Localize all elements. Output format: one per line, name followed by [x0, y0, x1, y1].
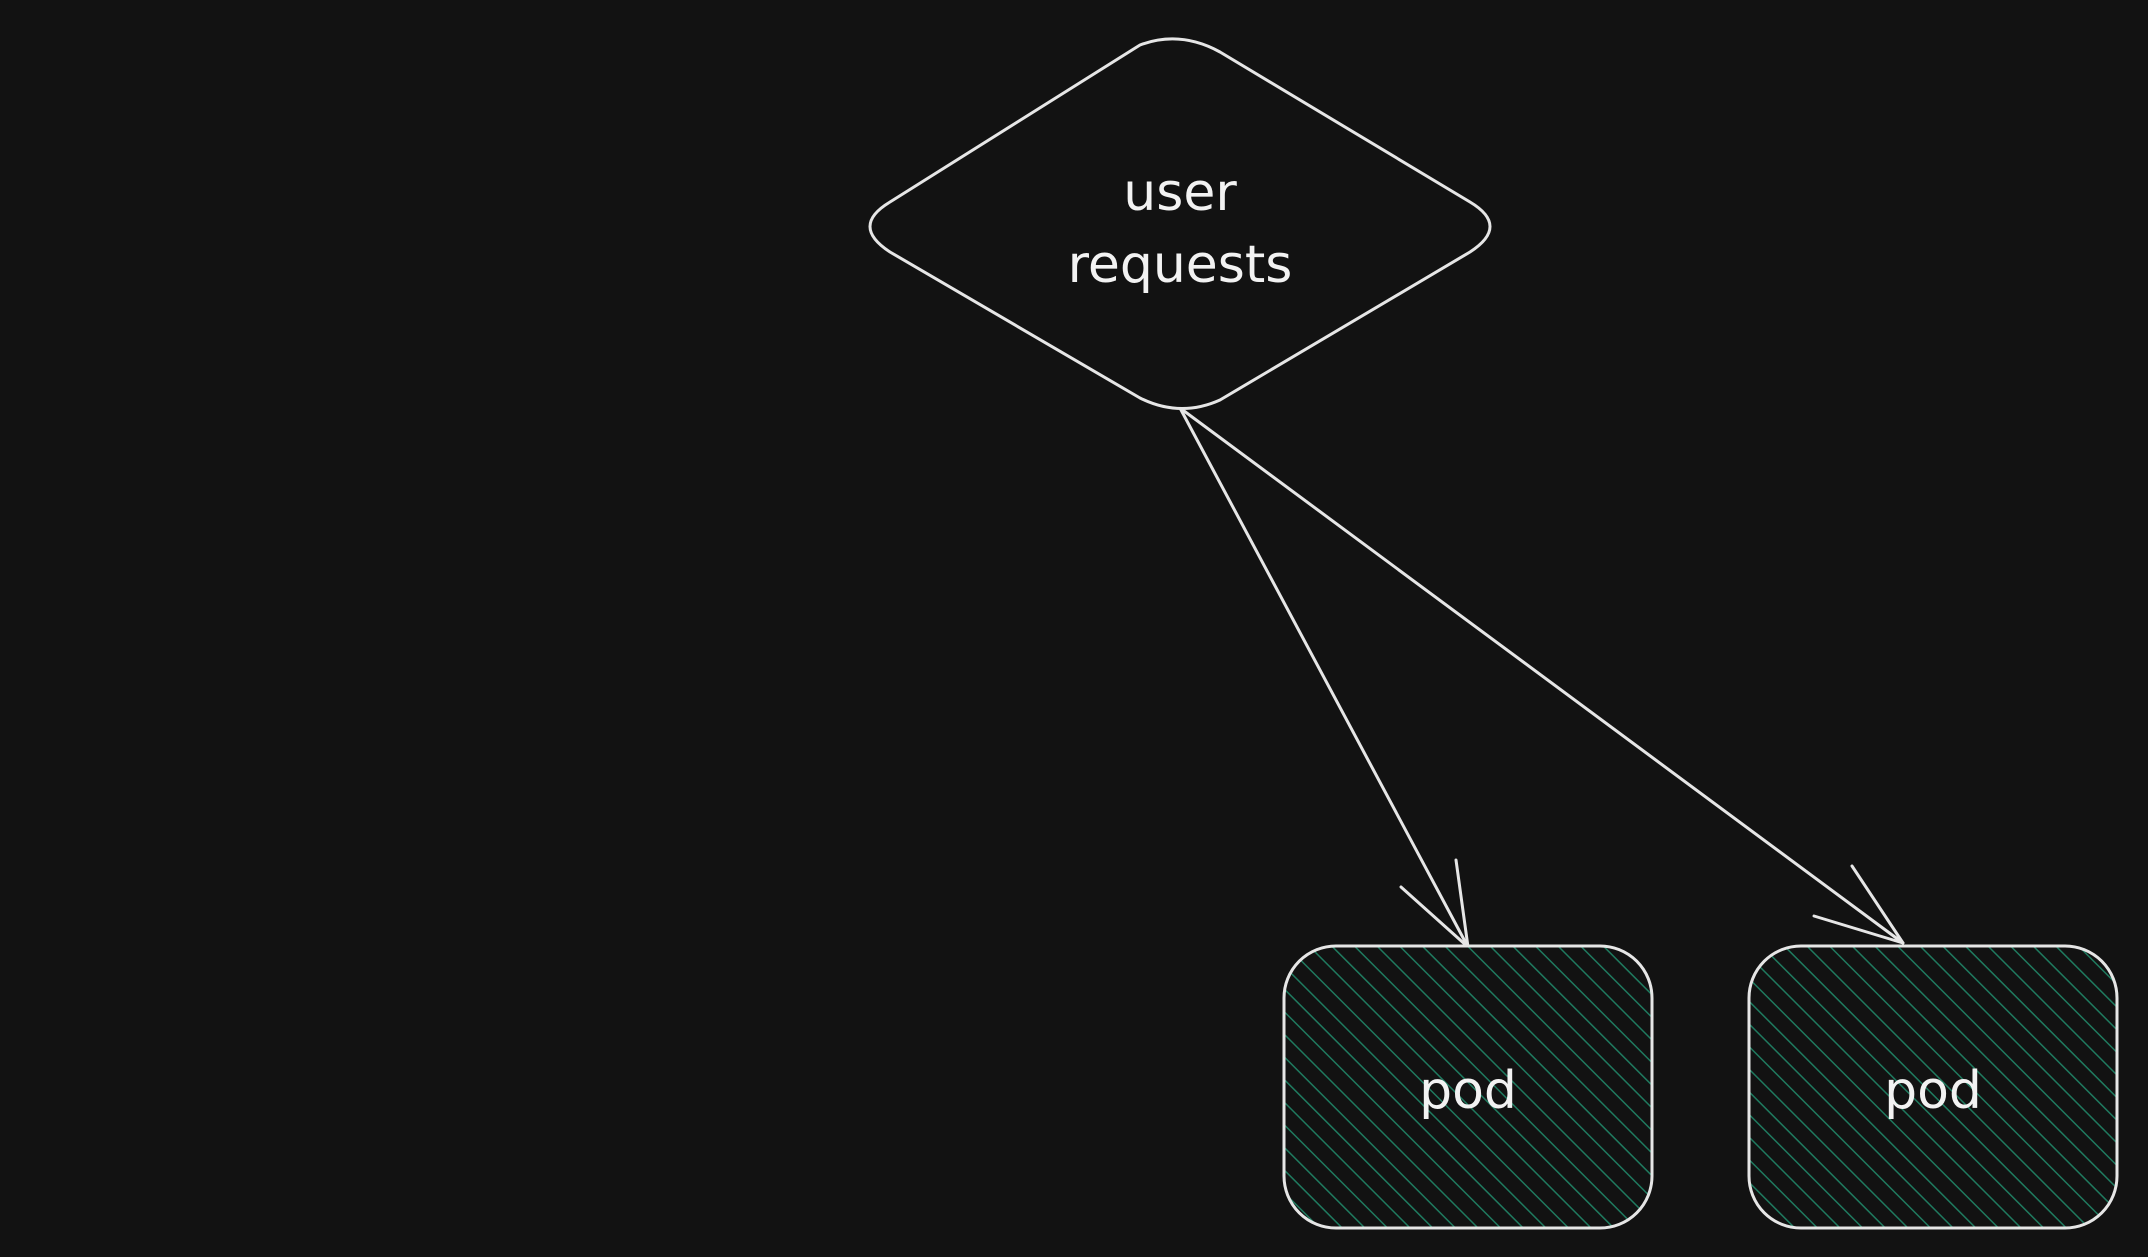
diagram-canvas: user requests pod pod: [868, 37, 2119, 1230]
edge-user-requests-to-pod-2[interactable]: [1178, 406, 1905, 945]
edge-line: [1178, 406, 1470, 949]
pod-label: pod: [1419, 1061, 1517, 1121]
edges: [1178, 406, 1905, 949]
diamond-shape: [868, 37, 1492, 410]
node-label-line-2: requests: [1068, 235, 1293, 295]
edge-user-requests-to-pod-1[interactable]: [1178, 406, 1470, 949]
node-pod-2[interactable]: pod: [1747, 944, 2119, 1230]
node-pod-1[interactable]: pod: [1282, 944, 1654, 1230]
edge-line: [1178, 406, 1905, 945]
node-user-requests[interactable]: user requests: [868, 37, 1492, 410]
node-label-line-1: user: [1123, 163, 1237, 223]
pod-label: pod: [1884, 1061, 1982, 1121]
arrowhead-icon: [1399, 858, 1470, 949]
